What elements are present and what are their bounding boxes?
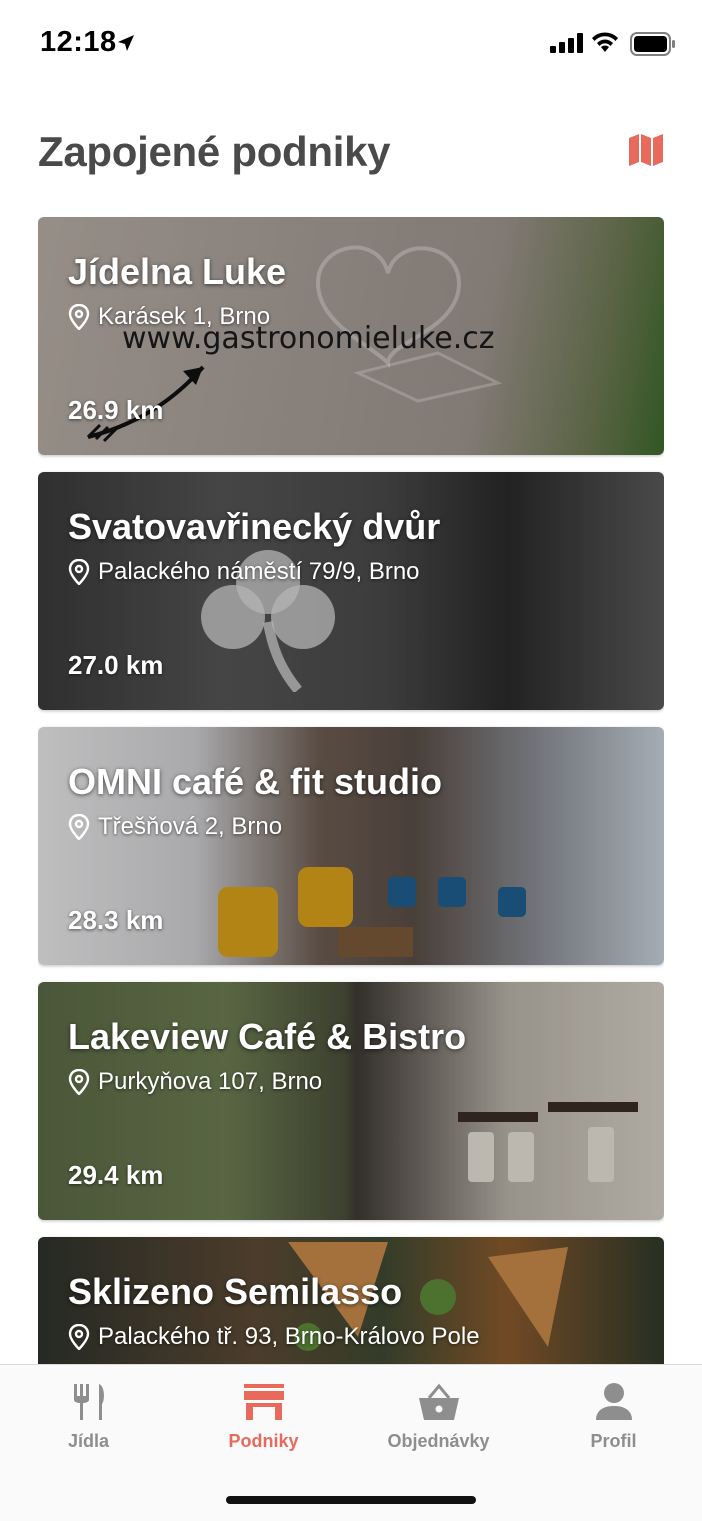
venue-name: Jídelna Luke [68, 251, 287, 292]
venue-card[interactable]: OMNI café & fit studio Třešňová 2, Brno … [38, 727, 664, 965]
venue-distance: 28.3 km [68, 905, 164, 935]
page-title: Zapojené podniky [38, 128, 391, 175]
location-pin-icon [68, 814, 90, 840]
venue-address: Třešňová 2, Brno [98, 813, 283, 840]
fork-knife-icon [69, 1381, 109, 1423]
tab-label: Profil [590, 1431, 637, 1451]
venue-address: Purkyňova 107, Brno [98, 1068, 323, 1095]
venue-name: Sklizeno Semilasso [68, 1271, 403, 1312]
person-icon [594, 1381, 634, 1423]
venue-card[interactable]: www.gastronomieluke.cz Jídelna Luke Kará… [38, 217, 664, 455]
location-pin-icon [68, 559, 90, 585]
battery-icon [630, 32, 676, 61]
tab-objednavky[interactable]: Objednávky [351, 1365, 526, 1465]
venue-card[interactable]: Svatovavřinecký dvůr Palackého náměstí 7… [38, 472, 664, 710]
venue-name: Lakeview Café & Bistro [68, 1016, 467, 1057]
venue-card[interactable]: Sklizeno Semilasso Palackého tř. 93, Brn… [38, 1237, 664, 1364]
basket-icon [417, 1381, 461, 1423]
tab-jidla[interactable]: Jídla [1, 1365, 176, 1465]
wifi-icon [590, 30, 620, 59]
venue-distance: 27.0 km [68, 650, 164, 680]
status-time: 12:18 [40, 26, 117, 58]
venue-address-row: Purkyňova 107, Brno [68, 1068, 322, 1096]
venue-distance: 29.4 km [68, 1160, 164, 1190]
location-pin-icon [68, 1069, 90, 1095]
venue-address: Palackého náměstí 79/9, Brno [98, 558, 420, 585]
tab-label: Objednávky [387, 1431, 490, 1451]
venue-address-row: Palackého tř. 93, Brno-Královo Pole [68, 1323, 480, 1351]
status-bar: 12:18 [0, 0, 702, 88]
map-button[interactable] [624, 130, 668, 170]
venue-name: Svatovavřinecký dvůr [68, 506, 441, 547]
venue-address-row: Karásek 1, Brno [68, 303, 270, 331]
home-indicator [226, 1496, 476, 1504]
venue-address: Karásek 1, Brno [98, 303, 271, 330]
venue-name: OMNI café & fit studio [68, 761, 443, 802]
venue-address: Palackého tř. 93, Brno-Královo Pole [98, 1323, 480, 1350]
venue-address-row: Třešňová 2, Brno [68, 813, 282, 841]
cellular-signal-icon [550, 33, 584, 58]
tab-profil[interactable]: Profil [526, 1365, 701, 1465]
venue-list[interactable]: www.gastronomieluke.cz Jídelna Luke Kará… [38, 217, 664, 1364]
tab-label: Podniky [228, 1431, 299, 1451]
location-pin-icon [68, 304, 90, 330]
venue-address-row: Palackého náměstí 79/9, Brno [68, 558, 420, 586]
location-arrow-icon [116, 33, 136, 58]
tab-podniky[interactable]: Podniky [176, 1365, 351, 1465]
venue-distance: 26.9 km [68, 395, 164, 425]
store-icon [242, 1381, 286, 1423]
location-pin-icon [68, 1324, 90, 1350]
venue-card[interactable]: Lakeview Café & Bistro Purkyňova 107, Br… [38, 982, 664, 1220]
map-icon [629, 134, 663, 166]
tab-label: Jídla [67, 1431, 110, 1451]
